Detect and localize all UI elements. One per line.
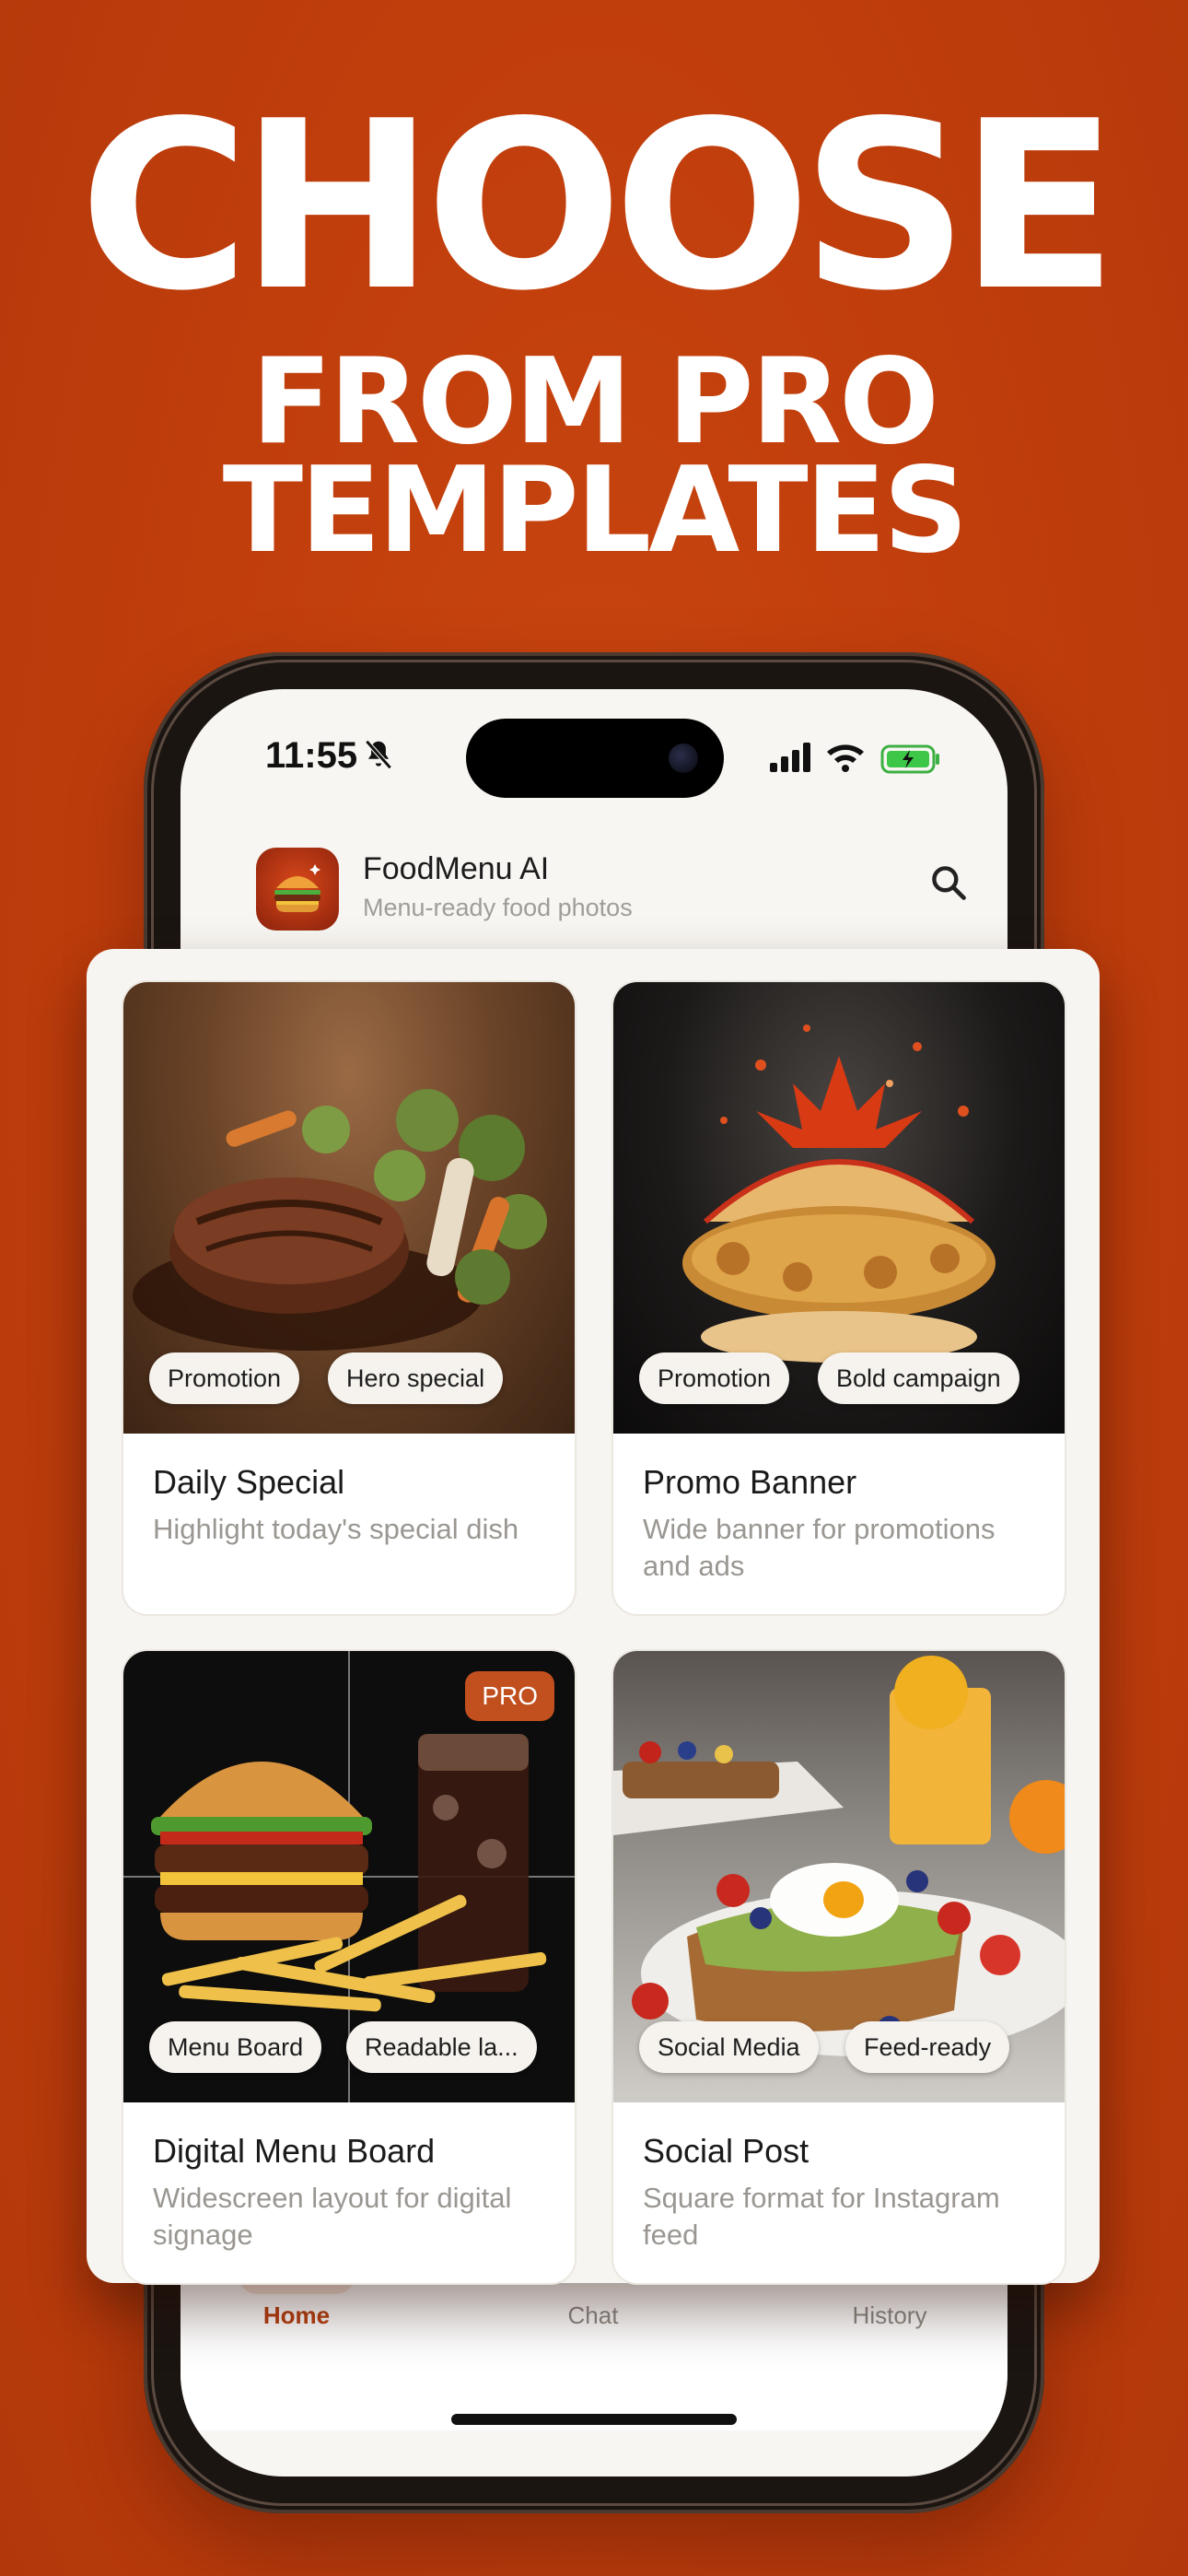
dynamic-island <box>466 719 724 798</box>
pro-badge: PRO <box>465 1671 554 1721</box>
tag-chip: Menu Board <box>149 2021 322 2073</box>
template-title: Daily Special <box>153 1463 345 1501</box>
tag-chip: Feed-ready <box>845 2021 1010 2073</box>
template-description: Square format for Instagram feed <box>643 2182 1000 2251</box>
app-logo <box>256 848 339 931</box>
promo-subheadline-line2: TEMPLATES <box>222 442 969 580</box>
template-title: Promo Banner <box>643 1463 857 1501</box>
template-title: Digital Menu Board <box>153 2132 436 2170</box>
promo-headline: CHOOSE <box>79 72 1118 342</box>
tag-chip: Bold campaign <box>818 1352 1019 1404</box>
cellular-signal-icon <box>770 743 810 772</box>
burger-logo-icon <box>274 864 320 912</box>
tab-chat-label: Chat <box>567 2301 619 2329</box>
status-time: 11:55 <box>265 735 358 776</box>
promo-subheadline-line1: FROM PRO <box>251 334 939 471</box>
tag-chip: Social Media <box>639 2021 819 2073</box>
template-description: Wide banner for promotions and ads <box>643 1513 996 1582</box>
home-indicator <box>451 2414 737 2425</box>
promo-subheadline: FROM PRO TEMPLATES <box>0 334 1188 580</box>
status-icons <box>770 743 939 774</box>
template-description: Highlight today's special dish <box>153 1513 519 1545</box>
battery-icon <box>880 744 939 774</box>
silent-bell-icon <box>365 740 392 769</box>
app-tagline: Menu-ready food photos <box>363 894 633 921</box>
tag-chip: Promotion <box>149 1352 300 1404</box>
tab-home-label: Home <box>262 2301 331 2329</box>
tag-chip: Readable la... <box>346 2021 537 2073</box>
search-icon[interactable] <box>928 862 969 903</box>
template-description: Widescreen layout for digital signage <box>153 2182 512 2251</box>
wifi-icon <box>827 744 864 772</box>
template-grid: Promotion Hero special Daily Special Hig… <box>87 949 1100 2283</box>
tag-chip: Promotion <box>639 1352 790 1404</box>
template-card-promo-banner[interactable]: Promotion Bold campaign Promo Banner Wid… <box>613 982 1065 1614</box>
tag-chip: Hero special <box>328 1352 504 1404</box>
template-card-digital-menu-board[interactable]: PRO Menu Board Readable la... Digital Me… <box>123 1651 575 2283</box>
template-title: Social Post <box>643 2132 809 2170</box>
template-card-daily-special[interactable]: Promotion Hero special Daily Special Hig… <box>123 982 575 1614</box>
app-title: FoodMenu AI <box>363 851 550 886</box>
template-card-social-post[interactable]: Social Media Feed-ready Social Post Squa… <box>613 1651 1065 2283</box>
tab-history-label: History <box>852 2301 927 2329</box>
